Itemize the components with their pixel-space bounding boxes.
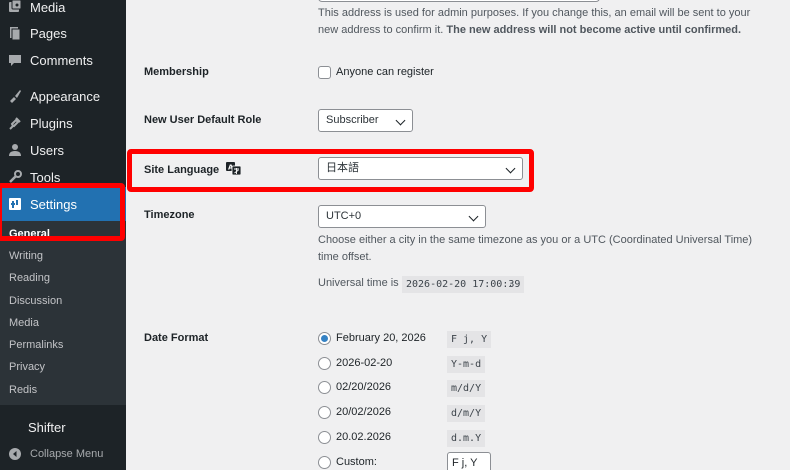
menu-label: Pages [30,25,67,41]
tools-icon [8,170,22,184]
date-format-radio[interactable] [318,431,331,444]
menu-label: Comments [30,52,93,68]
submenu-item-permalinks[interactable]: Permalinks [9,335,63,355]
site-language-select[interactable]: 日本語 [318,157,523,180]
collapse-icon [8,447,22,461]
date-format-option-label[interactable]: 20.02.2026 [336,431,391,443]
menu-label: Plugins [30,115,73,131]
date-format-code: d/m/Y [447,405,486,422]
default-role-value: Subscriber [326,114,379,126]
timezone-description: Choose either a city in the same timezon… [318,234,753,263]
date-format-radio[interactable] [318,381,331,394]
universal-time-suffix: . [509,277,513,289]
users-icon [8,143,22,157]
email-description: This address is used for admin purposes.… [318,5,768,39]
pages-icon [8,26,22,41]
site-language-value: 日本語 [326,162,359,174]
menu-item-appearance[interactable]: Appearance [0,83,126,109]
default-role-select[interactable]: Subscriber [318,109,413,132]
date-format-option-label[interactable]: 2026-02-20 [336,357,392,369]
plugins-icon [8,116,22,130]
settings-content: This address is used for admin purposes.… [126,0,790,470]
submenu-item-reading[interactable]: Reading [9,268,50,288]
menu-item-settings[interactable]: Settings [0,187,126,221]
membership-label: Membership [144,66,209,78]
submenu-item-discussion[interactable]: Discussion [9,291,62,311]
chevron-down-icon [505,163,516,174]
date-format-radio[interactable] [318,456,331,469]
translation-icon: A [226,162,242,176]
date-format-option-label[interactable]: Custom: [336,456,377,468]
site-language-label-text: Site Language [144,164,220,176]
date-format-label: Date Format [144,332,209,344]
menu-label: Media [30,0,66,15]
media-icon [8,0,22,14]
email-input[interactable] [318,0,600,2]
timezone-select[interactable]: UTC+0 [318,205,486,228]
admin-sidebar: Media Pages Comments Appearance Plugins … [0,0,126,470]
menu-item-plugins[interactable]: Plugins [0,110,126,136]
date-format-radio[interactable] [318,357,331,370]
date-format-code: F j, Y [447,331,492,348]
menu-label: Settings [30,196,77,212]
menu-label: Shifter [28,419,66,435]
date-format-option-label[interactable]: 20/02/2026 [336,406,391,418]
default-role-label: New User Default Role [144,114,262,126]
date-format-option-label[interactable]: February 20, 2026 [336,332,426,344]
menu-item-pages[interactable]: Pages [0,20,126,46]
settings-icon [8,197,22,211]
menu-label: Tools [30,169,61,185]
universal-time-value: 2026-02-20 17:00:39 [402,276,525,293]
date-format-radio[interactable] [318,406,331,419]
comments-icon [8,53,22,67]
appearance-icon [8,89,22,103]
anyone-can-register-checkbox[interactable] [318,66,331,79]
menu-label: Appearance [30,88,101,104]
submenu-item-general[interactable]: General [9,224,50,244]
submenu-item-privacy[interactable]: Privacy [9,357,45,377]
site-language-label: Site Language A [144,162,242,176]
submenu-item-writing[interactable]: Writing [9,246,43,266]
timezone-value: UTC+0 [326,210,362,222]
menu-item-media[interactable]: Media [0,0,126,20]
chevron-down-icon [468,211,479,222]
submenu-item-redis[interactable]: Redis [9,380,37,400]
menu-item-shifter[interactable]: Shifter [0,414,126,440]
submenu-item-media[interactable]: Media [9,313,39,333]
anyone-can-register-label[interactable]: Anyone can register [336,66,434,78]
timezone-label: Timezone [144,209,195,221]
email-description-bold: The new address will not become active u… [446,24,742,36]
collapse-menu-button[interactable]: Collapse Menu [0,441,126,467]
date-format-code: Y-m-d [447,356,486,373]
custom-date-format-input[interactable]: F j, Y [447,452,491,470]
settings-submenu: General Writing Reading Discussion Media… [0,221,126,405]
chevron-down-icon [395,115,406,126]
universal-time-label: Universal time is [318,277,399,289]
date-format-code: d.m.Y [447,430,486,447]
date-format-radio[interactable] [318,332,331,345]
menu-label: Users [30,142,64,158]
date-format-code: m/d/Y [447,380,486,397]
menu-label: Collapse Menu [30,448,104,460]
date-format-option-label[interactable]: 02/20/2026 [336,381,391,393]
menu-item-comments[interactable]: Comments [0,47,126,73]
menu-item-users[interactable]: Users [0,137,126,163]
